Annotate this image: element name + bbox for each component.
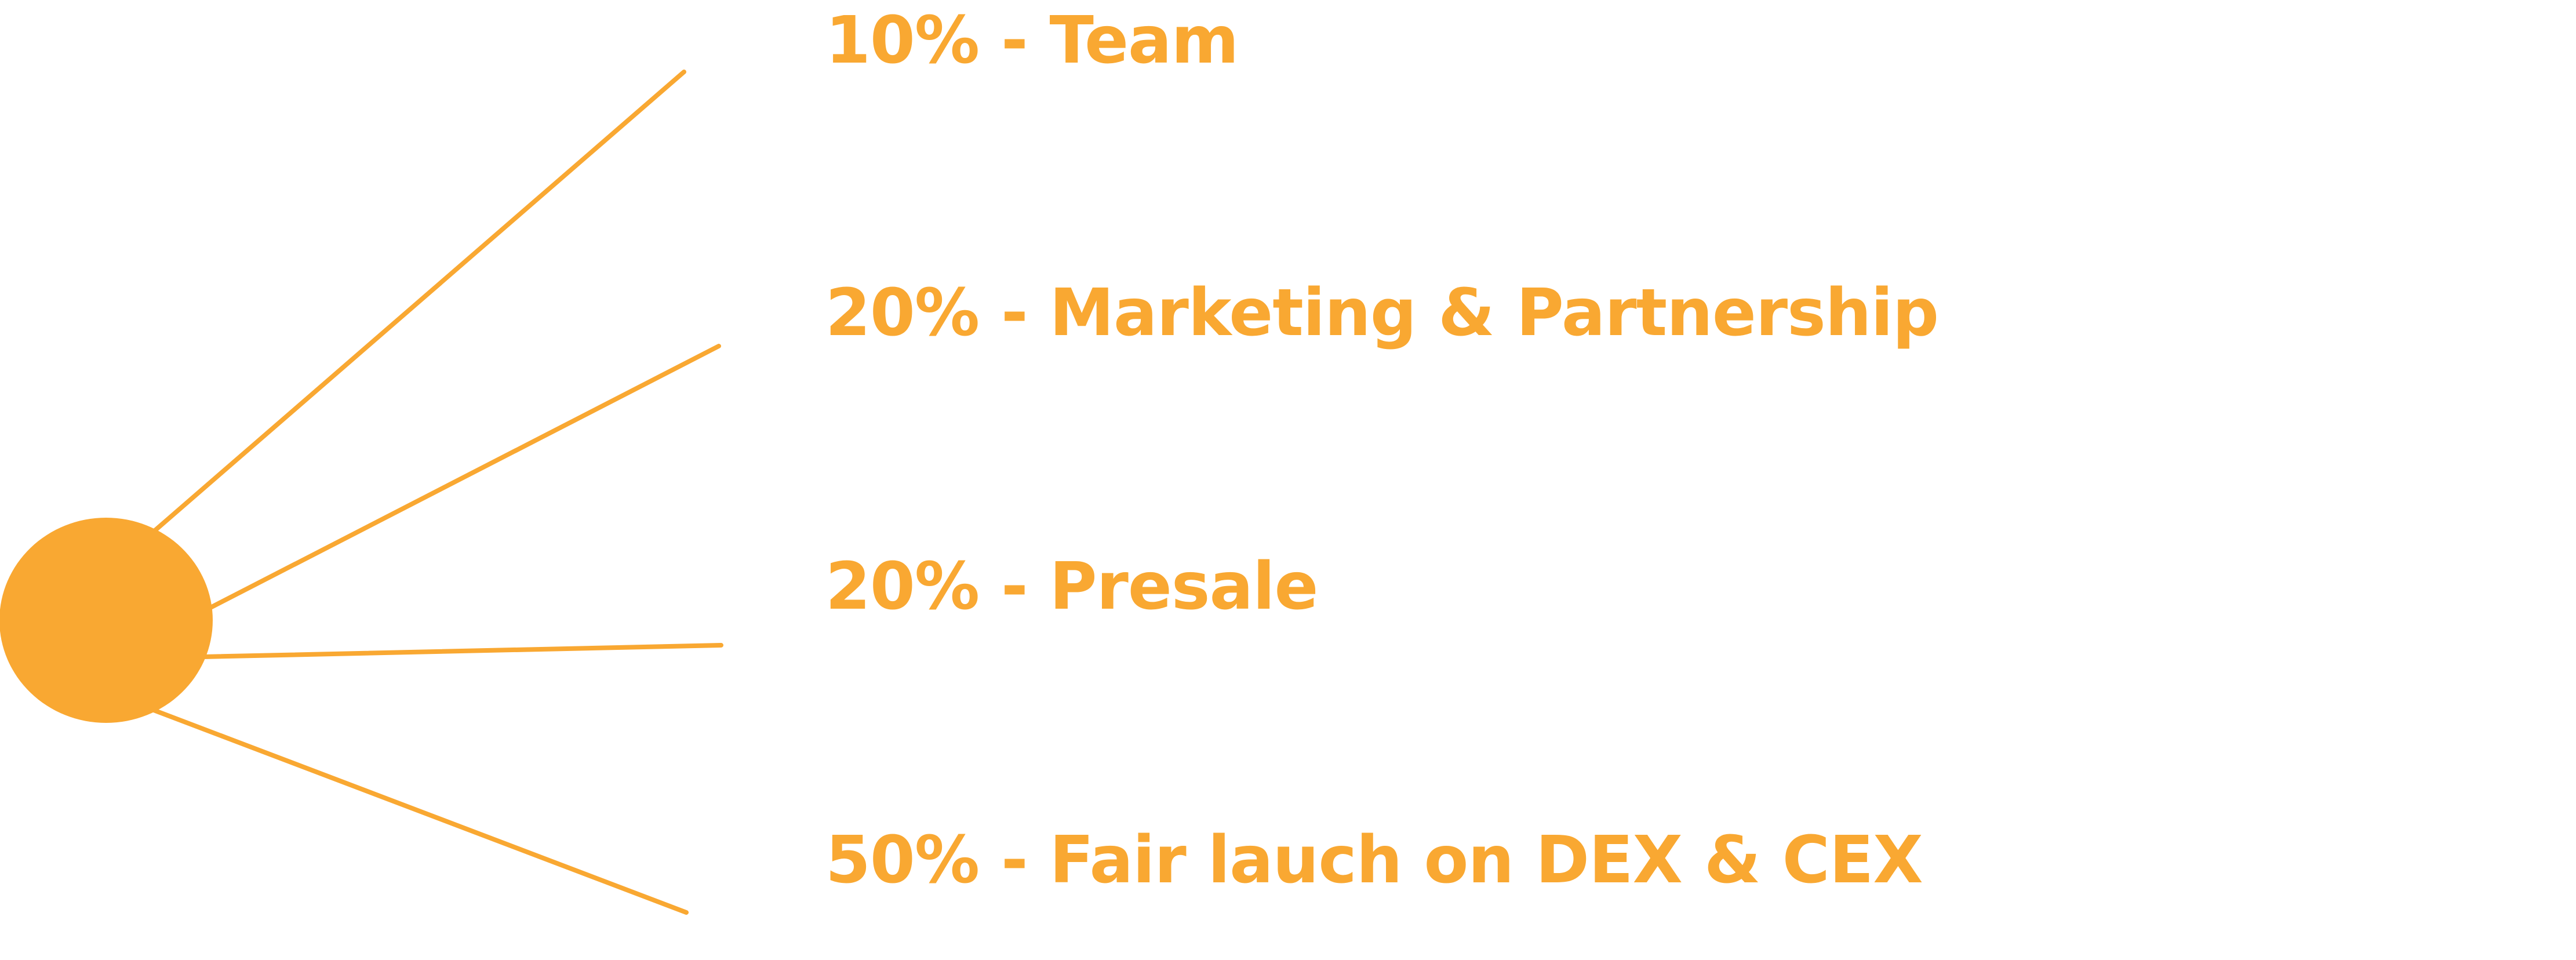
allocation-label-fair-launch: 50% - Fair lauch on DEX & CEX [825,823,1923,898]
connector-line-presale [201,643,723,659]
allocation-label-team: 10% - Team [825,3,1239,78]
allocation-label-marketing: 20% - Marketing & Partnership [825,275,1939,351]
connector-line-fair-launch [148,707,689,915]
connector-line-team [143,70,686,541]
connector-line-marketing [195,344,721,617]
allocation-label-presale: 20% - Presale [825,549,1318,624]
hub-circle [0,518,213,723]
allocation-diagram [0,70,723,915]
